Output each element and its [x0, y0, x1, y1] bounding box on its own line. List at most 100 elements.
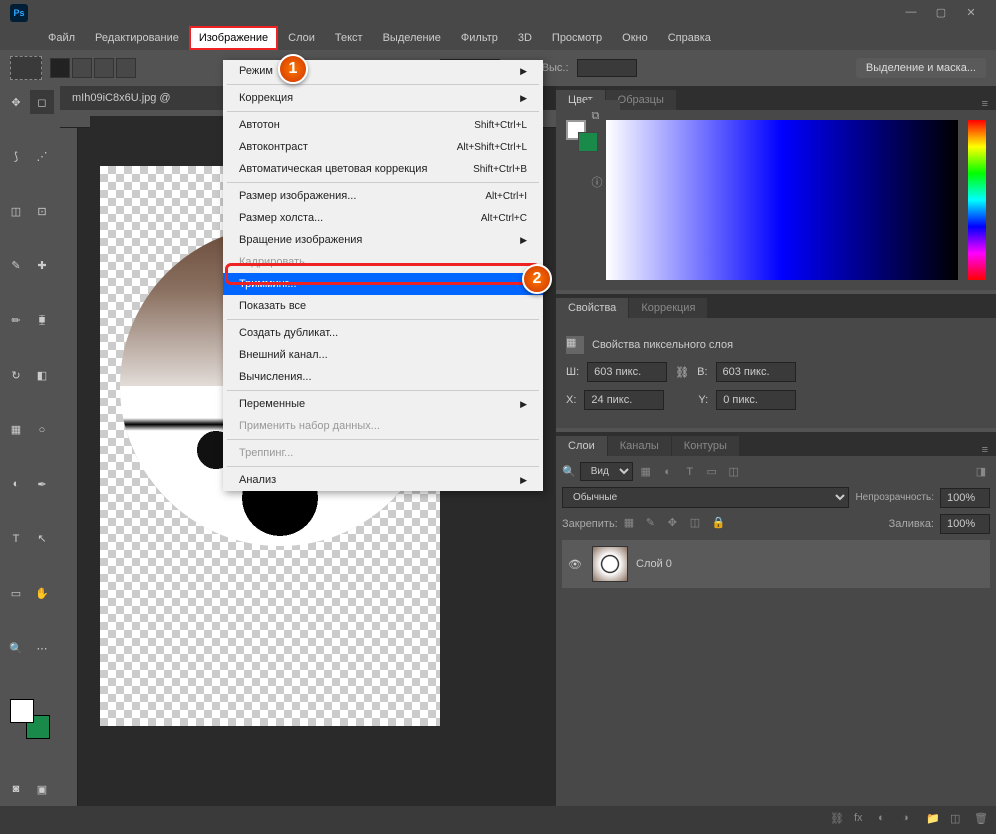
group-icon[interactable]: 📁 [926, 812, 942, 828]
eyedropper-tool[interactable]: ✎ [4, 254, 28, 278]
magic-wand-tool[interactable]: ⋰ [30, 145, 54, 169]
menu-item--[interactable]: Вращение изображения▶ [223, 229, 543, 251]
menu-выделение[interactable]: Выделение [375, 28, 449, 48]
delete-layer-icon[interactable]: 🗑 [974, 812, 990, 828]
adjustment-layer-icon[interactable]: ◑ [902, 812, 918, 828]
hue-slider[interactable] [968, 120, 986, 280]
blend-mode-select[interactable]: Обычные [562, 487, 849, 508]
layer-item[interactable]: 👁 Слой 0 [562, 540, 990, 588]
lock-artboard-icon[interactable]: ◫ [690, 516, 706, 532]
new-layer-icon[interactable]: ◫ [950, 812, 966, 828]
menu-справка[interactable]: Справка [660, 28, 719, 48]
layer-name[interactable]: Слой 0 [636, 558, 672, 570]
blur-tool[interactable]: ○ [30, 418, 54, 442]
layer-thumbnail[interactable] [592, 546, 628, 582]
path-tool[interactable]: ↖ [30, 527, 54, 551]
filter-type-icon[interactable]: T [681, 463, 699, 481]
visibility-icon[interactable]: 👁 [568, 558, 584, 571]
menu-item--[interactable]: Анализ▶ [223, 469, 543, 491]
minimize-button[interactable]: — [896, 4, 926, 20]
menu-текст[interactable]: Текст [327, 28, 371, 48]
filter-adjust-icon[interactable]: ◐ [659, 463, 677, 481]
history-brush-tool[interactable]: ↻ [4, 363, 28, 387]
menu-item--[interactable]: Автоматическая цветовая коррекцияShift+C… [223, 158, 543, 180]
filter-smart-icon[interactable]: ◫ [725, 463, 743, 481]
menu-item--[interactable]: Тримминг... [223, 273, 543, 295]
menu-item--[interactable]: Внешний канал... [223, 344, 543, 366]
filter-shape-icon[interactable]: ▭ [703, 463, 721, 481]
eraser-tool[interactable]: ◧ [30, 363, 54, 387]
type-tool[interactable]: T [4, 527, 28, 551]
menu-фильтр[interactable]: Фильтр [453, 28, 506, 48]
healing-tool[interactable]: ✚ [30, 254, 54, 278]
x-field[interactable] [584, 390, 664, 410]
tab-properties[interactable]: Свойства [556, 298, 628, 318]
y-field[interactable] [716, 390, 796, 410]
layer-style-icon[interactable]: fx [854, 812, 870, 828]
lock-position-icon[interactable]: ✥ [668, 516, 684, 532]
menu-файл[interactable]: Файл [40, 28, 83, 48]
lock-all-icon[interactable]: 🔒 [712, 516, 728, 532]
link-layers-icon[interactable]: ⛓ [830, 812, 846, 828]
opacity-field[interactable] [940, 488, 990, 508]
menu-item--[interactable]: Размер холста...Alt+Ctrl+C [223, 207, 543, 229]
menu-item--[interactable]: АвтотонShift+Ctrl+L [223, 114, 543, 136]
color-picker[interactable] [606, 120, 958, 280]
shape-tool[interactable]: ▭ [4, 581, 28, 605]
menu-редактирование[interactable]: Редактирование [87, 28, 187, 48]
menu-изображение[interactable]: Изображение [191, 28, 276, 48]
crop-tool[interactable]: ◫ [4, 199, 28, 223]
gradient-tool[interactable]: ▦ [4, 418, 28, 442]
edit-toolbar[interactable]: ⋯ [30, 636, 54, 660]
close-button[interactable]: ✕ [956, 4, 986, 20]
width-field[interactable] [587, 362, 667, 382]
menu-item--[interactable]: АвтоконтрастAlt+Shift+Ctrl+L [223, 136, 543, 158]
stamp-tool[interactable]: ⧯ [30, 308, 54, 332]
selection-intersect-icon[interactable] [116, 58, 136, 78]
menu-item--[interactable]: Режим▶ [223, 60, 543, 82]
zoom-tool[interactable]: 🔍 [4, 636, 28, 660]
menu-item--[interactable]: Размер изображения...Alt+Ctrl+I [223, 185, 543, 207]
foreground-swatch[interactable] [10, 699, 34, 723]
menu-слои[interactable]: Слои [280, 28, 323, 48]
menu-item--[interactable]: Показать все [223, 295, 543, 317]
marquee-tool[interactable]: ◻ [30, 90, 54, 114]
layer-mask-icon[interactable]: ◐ [878, 812, 894, 828]
select-and-mask-button[interactable]: Выделение и маска... [856, 58, 986, 78]
pen-tool[interactable]: ✒ [30, 472, 54, 496]
frame-tool[interactable]: ⊡ [30, 199, 54, 223]
height-field[interactable] [716, 362, 796, 382]
lock-trans-icon[interactable]: ▦ [624, 516, 640, 532]
dodge-tool[interactable]: ◐ [4, 472, 28, 496]
tab-adjustments[interactable]: Коррекция [629, 298, 707, 318]
filter-toggle-icon[interactable]: ◨ [972, 463, 990, 481]
menu-окно[interactable]: Окно [614, 28, 656, 48]
menu-3d[interactable]: 3D [510, 28, 540, 48]
maximize-button[interactable]: ▢ [926, 4, 956, 20]
selection-subtract-icon[interactable] [94, 58, 114, 78]
menu-просмотр[interactable]: Просмотр [544, 28, 610, 48]
lasso-tool[interactable]: ⟆ [4, 145, 28, 169]
panel-menu-icon[interactable]: ≡ [974, 98, 996, 110]
filter-type-select[interactable]: Вид [580, 462, 633, 481]
menu-item--[interactable]: Переменные▶ [223, 393, 543, 415]
hand-tool[interactable]: ✋ [30, 581, 54, 605]
move-tool[interactable]: ✥ [4, 90, 28, 114]
lock-pixels-icon[interactable]: ✎ [646, 516, 662, 532]
menu-item--[interactable]: Создать дубликат... [223, 322, 543, 344]
menu-item--[interactable]: Вычисления... [223, 366, 543, 388]
selection-new-icon[interactable] [50, 58, 70, 78]
tab-layers[interactable]: Слои [556, 436, 607, 456]
screen-mode-icon[interactable]: ▣ [30, 777, 54, 801]
color-swatches[interactable] [10, 699, 50, 739]
tool-preset-picker[interactable] [10, 56, 42, 80]
link-icon[interactable]: ⛓ [675, 366, 689, 379]
mini-color-swatches[interactable] [566, 120, 596, 280]
tab-channels[interactable]: Каналы [608, 436, 671, 456]
menu-item--[interactable]: Коррекция▶ [223, 87, 543, 109]
tab-paths[interactable]: Контуры [672, 436, 739, 456]
height-input[interactable] [577, 59, 637, 77]
brush-tool[interactable]: ✏ [4, 308, 28, 332]
filter-pixel-icon[interactable]: ▦ [637, 463, 655, 481]
fill-field[interactable] [940, 514, 990, 534]
